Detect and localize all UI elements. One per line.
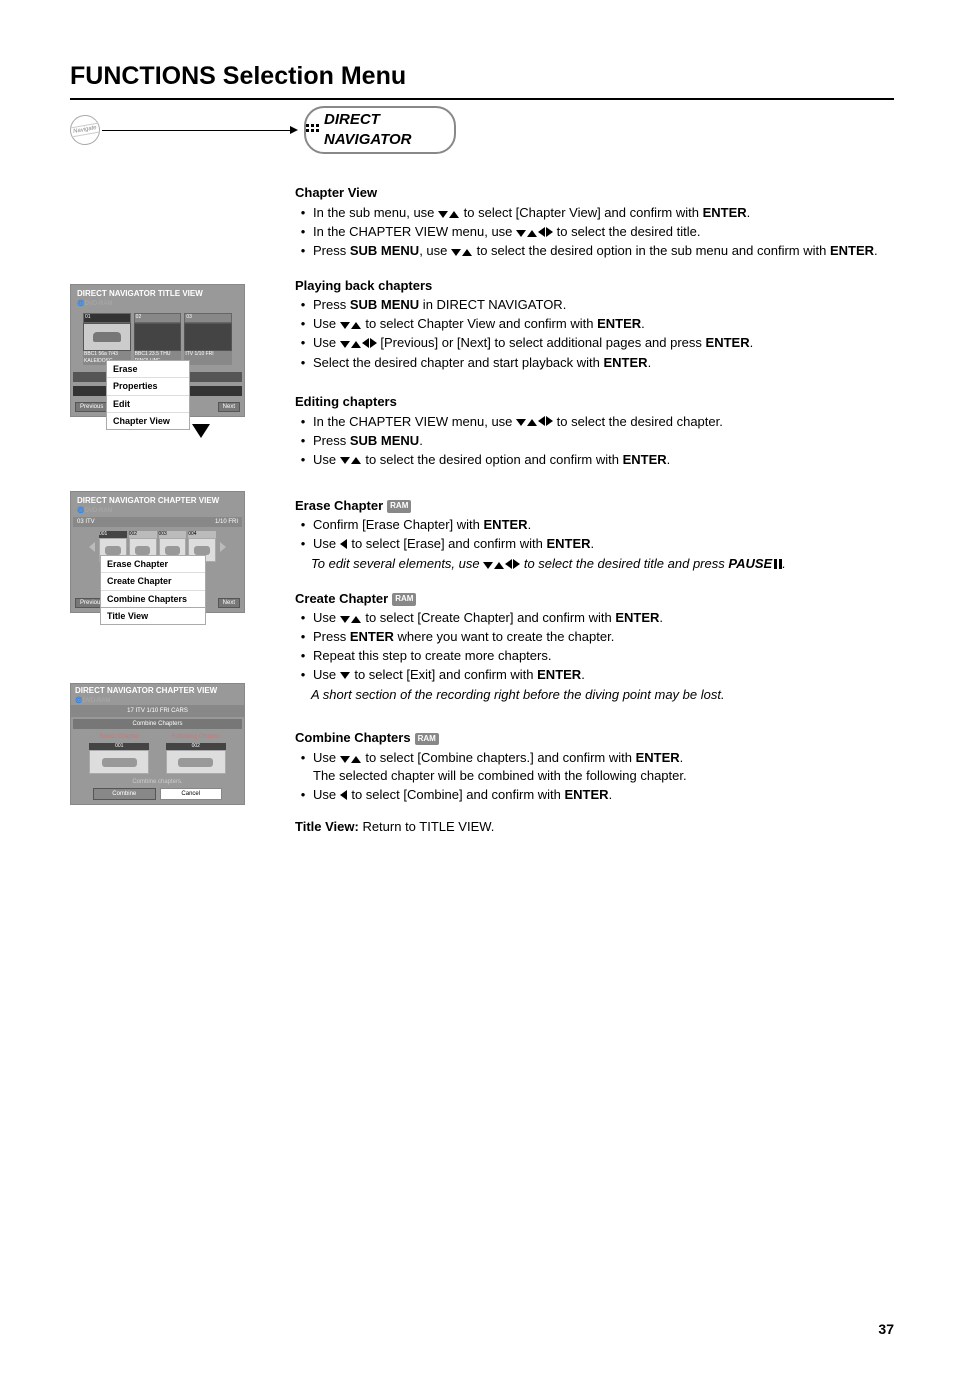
next-button[interactable]: Next xyxy=(218,402,240,412)
title-view-line: Title View: Return to TITLE VIEW. xyxy=(295,818,894,836)
prev-button[interactable]: Previous xyxy=(75,402,108,412)
menu-erase[interactable]: Erase xyxy=(107,361,189,377)
combine-button[interactable]: Combine xyxy=(93,788,156,800)
direct-navigator-label: DIRECT NAVIGATOR xyxy=(304,106,456,155)
nav-arrows-icon xyxy=(340,451,362,469)
title-underline xyxy=(70,98,894,100)
menu-create-chapter[interactable]: Create Chapter xyxy=(101,572,205,589)
nav-arrows-icon xyxy=(340,335,377,353)
menu-erase-chapter[interactable]: Erase Chapter xyxy=(101,556,205,572)
menu-icon xyxy=(306,124,320,136)
erase-note: To edit several elements, use to select … xyxy=(311,555,894,573)
nav-arrows-icon xyxy=(483,556,520,574)
ram-badge: RAM xyxy=(392,593,416,606)
popup-menu-title-view: Erase Properties Edit Chapter View xyxy=(106,360,190,430)
screenshot-chapter-view: DIRECT NAVIGATOR CHAPTER VIEW 🌀DVD-RAM 0… xyxy=(70,491,245,613)
menu-edit[interactable]: Edit xyxy=(107,395,189,412)
section-editing-chapters: Editing chapters xyxy=(295,393,894,411)
pause-icon xyxy=(772,556,782,574)
section-create-chapter: Create ChapterRAM xyxy=(295,590,894,608)
menu-combine-chapters[interactable]: Combine Chapters xyxy=(101,590,205,607)
left-arrow-icon xyxy=(340,536,348,554)
screenshot-combine-chapters: DIRECT NAVIGATOR CHAPTER VIEW 🌀DVD-RAM 1… xyxy=(70,683,245,805)
page-number: 37 xyxy=(878,1320,894,1339)
menu-chapter-view[interactable]: Chapter View xyxy=(107,412,189,429)
nav-arrows-icon xyxy=(438,205,460,223)
page-title: FUNCTIONS Selection Menu xyxy=(70,60,894,94)
ram-badge: RAM xyxy=(415,733,439,746)
menu-properties[interactable]: Properties xyxy=(107,377,189,394)
nav-arrows-icon xyxy=(516,224,553,242)
nav-arrows-icon xyxy=(340,316,362,334)
nav-arrows-icon xyxy=(516,413,553,431)
nav-arrows-icon xyxy=(340,610,362,628)
nav-arrows-icon xyxy=(340,750,362,768)
arrow-line xyxy=(102,126,298,134)
nav-arrows-icon xyxy=(451,243,473,261)
section-erase-chapter: Erase ChapterRAM xyxy=(295,497,894,515)
decor-label-icon: Navigate xyxy=(68,113,103,148)
section-combine-chapters: Combine ChaptersRAM xyxy=(295,729,894,747)
section-playing-back: Playing back chapters xyxy=(295,277,894,295)
ram-badge: RAM xyxy=(387,500,411,513)
cancel-button[interactable]: Cancel xyxy=(160,788,223,800)
left-arrow-icon xyxy=(340,787,348,805)
down-arrow-icon xyxy=(340,666,351,684)
down-arrow-icon xyxy=(192,424,210,438)
popup-menu-chapter-view: Erase Chapter Create Chapter Combine Cha… xyxy=(100,555,206,607)
menu-title-view[interactable]: Title View xyxy=(101,608,205,624)
create-note: A short section of the recording right b… xyxy=(311,686,894,704)
screenshot-title-view: DIRECT NAVIGATOR TITLE VIEW 🌀DVD-RAM 01 … xyxy=(70,284,245,417)
section-chapter-view: Chapter View xyxy=(295,184,894,202)
next-button[interactable]: Next xyxy=(218,598,240,608)
